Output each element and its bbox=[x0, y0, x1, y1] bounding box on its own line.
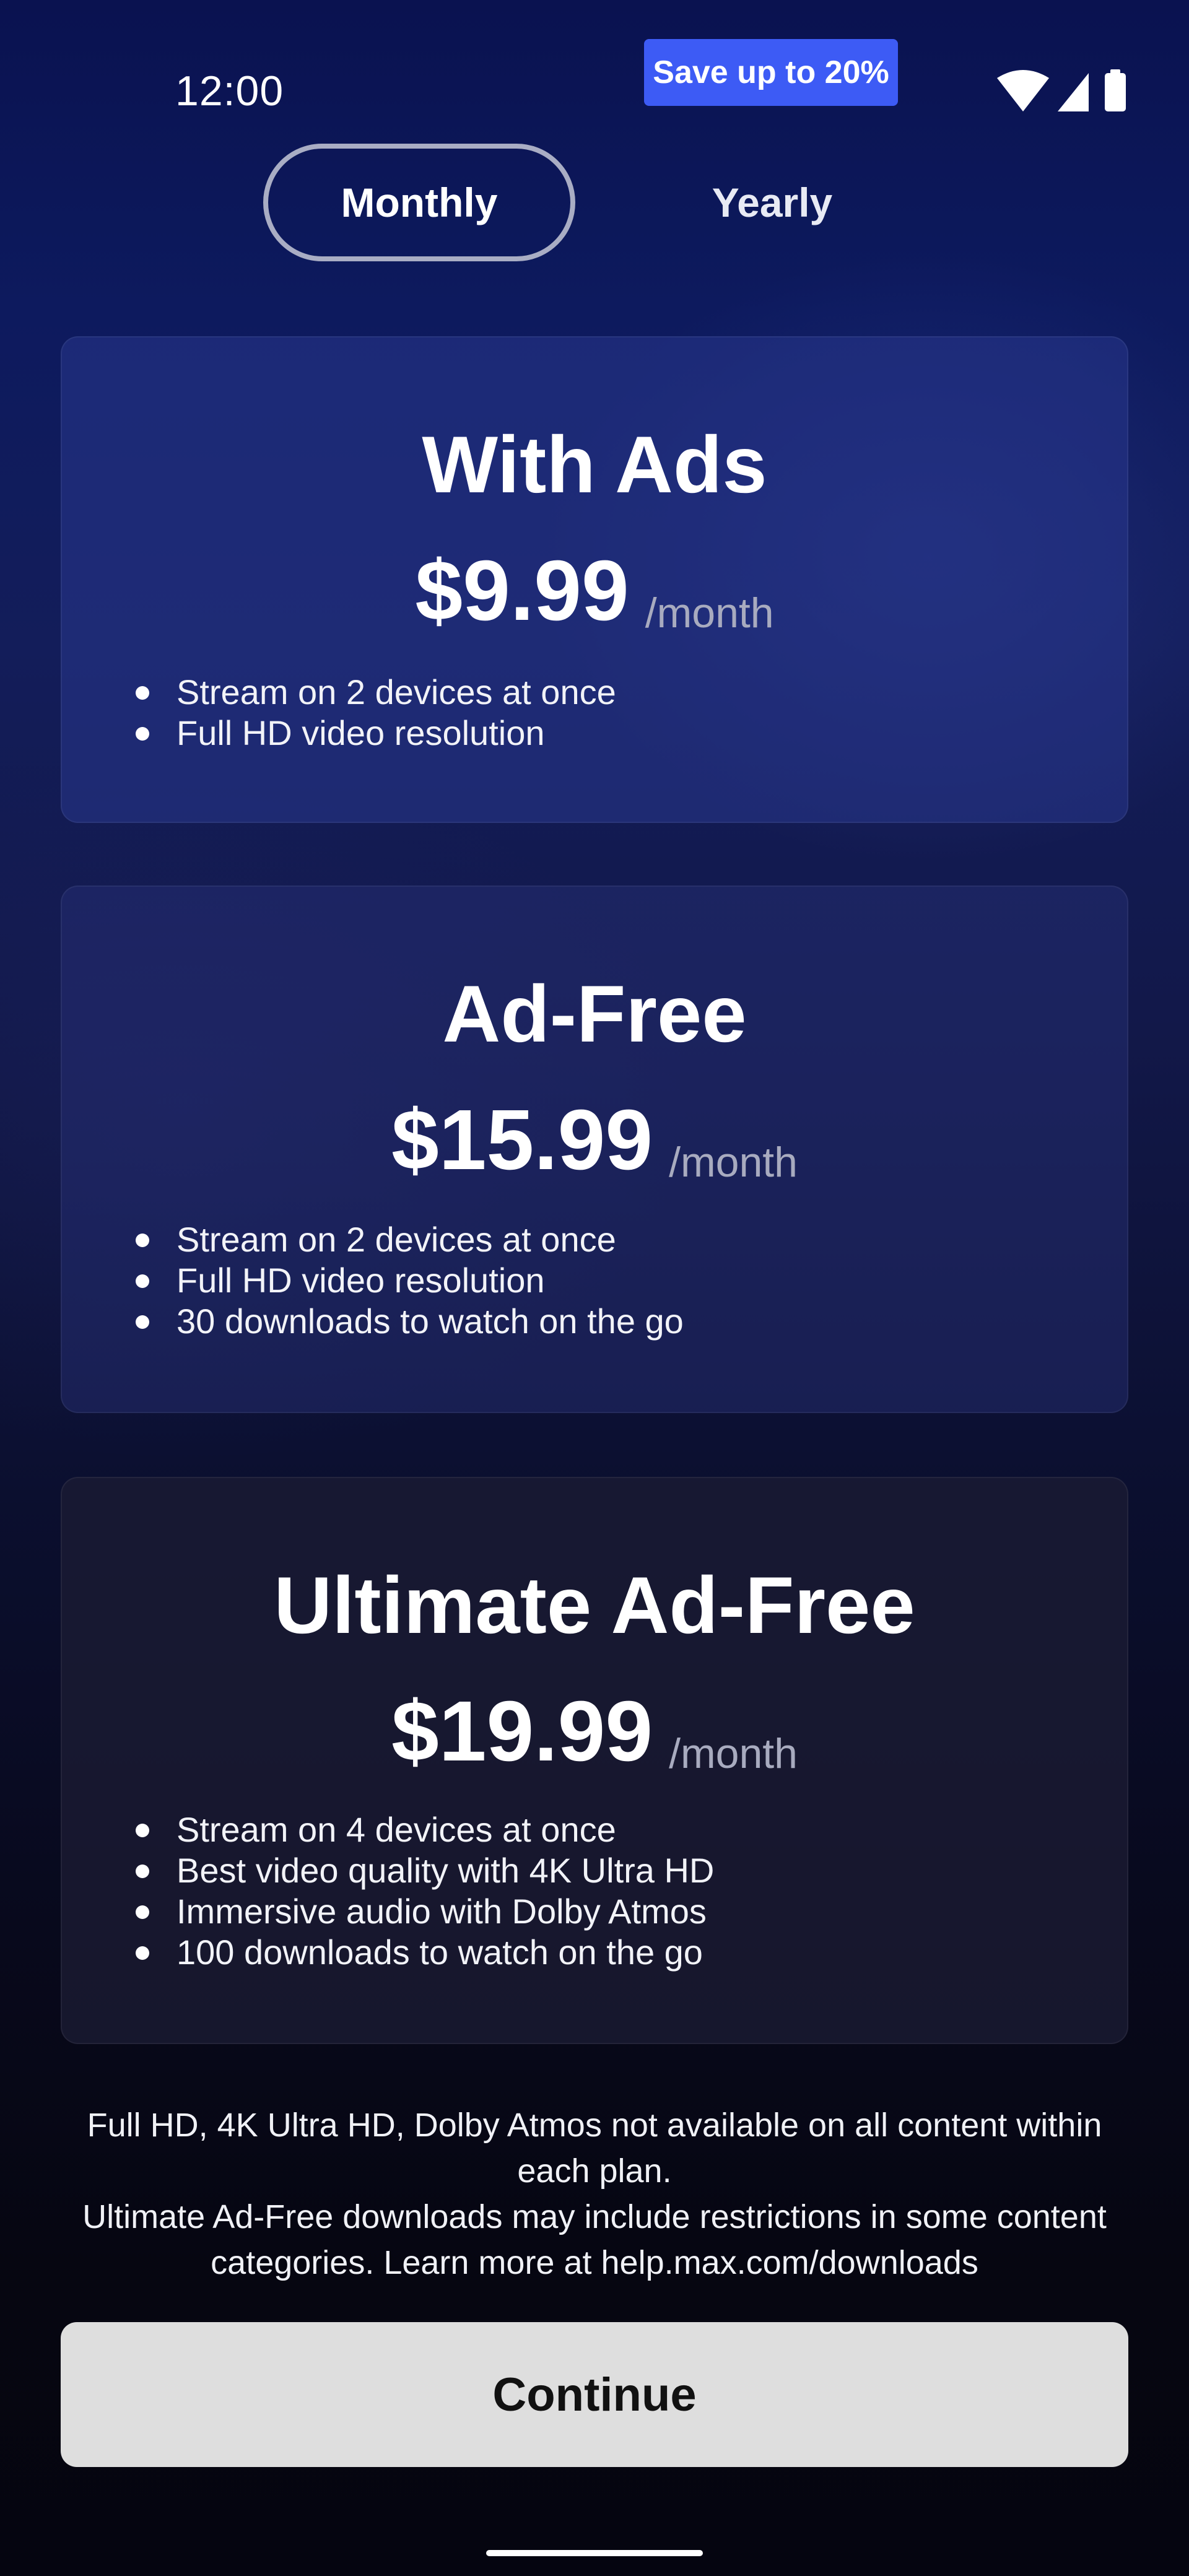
feature-list: Stream on 2 devices at once Full HD vide… bbox=[136, 672, 616, 754]
plan-period: /month bbox=[669, 1730, 798, 1777]
feature-item: Stream on 2 devices at once bbox=[136, 672, 616, 711]
feature-list: Stream on 4 devices at once Best video q… bbox=[135, 1809, 715, 1973]
disclaimer-line: Ultimate Ad-Free downloads may include r… bbox=[82, 2198, 1107, 2281]
plan-name: Ultimate Ad-Free bbox=[274, 1560, 915, 1650]
battery-icon bbox=[1105, 69, 1126, 111]
status-icons bbox=[997, 69, 1126, 111]
plan-period: /month bbox=[669, 1139, 798, 1186]
plan-card-ultimate-ad-free[interactable]: Ultimate Ad-Free $19.99 /month Stream on… bbox=[61, 1477, 1128, 2044]
feature-item: Stream on 2 devices at once bbox=[136, 1219, 684, 1260]
toggle-monthly[interactable]: Monthly bbox=[263, 144, 575, 261]
feature-list: Stream on 2 devices at once Full HD vide… bbox=[136, 1219, 684, 1342]
status-time: 12:00 bbox=[175, 67, 284, 115]
promo-badge: Save up to 20% bbox=[644, 39, 898, 106]
feature-item: Immersive audio with Dolby Atmos bbox=[135, 1891, 714, 1932]
feature-item: Best video quality with 4K Ultra HD bbox=[135, 1851, 715, 1890]
price-row: $9.99 /month bbox=[62, 543, 1127, 638]
disclaimer-line: Full HD, 4K Ultra HD, Dolby Atmos not av… bbox=[87, 2107, 1102, 2190]
home-indicator[interactable] bbox=[486, 2550, 703, 2556]
feature-item: Full HD video resolution bbox=[136, 713, 616, 754]
plan-card-ad-free[interactable]: Ad-Free $15.99 /month Stream on 2 device… bbox=[61, 886, 1128, 1413]
plan-price: $19.99 bbox=[391, 1684, 653, 1779]
plan-price: $9.99 bbox=[415, 543, 629, 638]
plan-period: /month bbox=[645, 590, 774, 637]
feature-item: 100 downloads to watch on the go bbox=[135, 1932, 714, 1973]
price-row: $19.99 /month bbox=[62, 1684, 1127, 1779]
plan-name: With Ads bbox=[422, 419, 767, 510]
price-row: $15.99 /month bbox=[62, 1092, 1127, 1188]
plan-card-with-ads[interactable]: With Ads $9.99 /month Stream on 2 device… bbox=[61, 336, 1128, 823]
feature-item: Stream on 4 devices at once bbox=[135, 1809, 714, 1850]
plan-price: $15.99 bbox=[391, 1092, 653, 1188]
plan-name: Ad-Free bbox=[442, 968, 747, 1059]
wifi-icon bbox=[997, 70, 1049, 111]
continue-button[interactable]: Continue bbox=[61, 2322, 1128, 2467]
disclaimer: Full HD, 4K Ultra HD, Dolby Atmos not av… bbox=[61, 2102, 1128, 2286]
feature-item: 30 downloads to watch on the go bbox=[136, 1302, 684, 1341]
feature-item: Full HD video resolution bbox=[136, 1260, 684, 1301]
cellular-signal-icon bbox=[1058, 73, 1089, 111]
toggle-yearly[interactable]: Yearly bbox=[619, 144, 925, 261]
